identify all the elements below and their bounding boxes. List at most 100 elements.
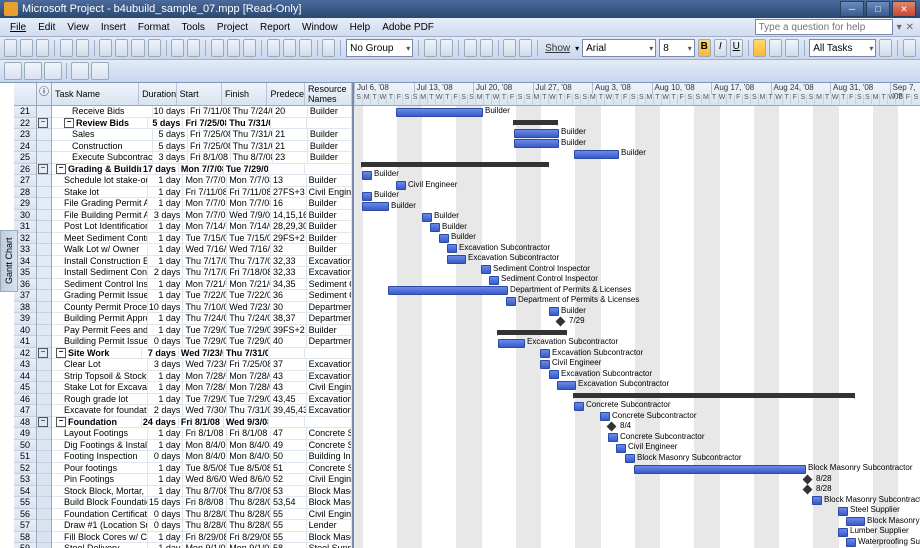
task-bar[interactable] bbox=[514, 139, 559, 148]
menu-project[interactable]: Project bbox=[211, 20, 254, 35]
table-row[interactable]: Pay Permit Fees and Excise Taxe1 dayTue … bbox=[52, 325, 352, 337]
table-row[interactable]: Building Permit Issued0 daysTue 7/29/08T… bbox=[52, 336, 352, 348]
row-id[interactable]: 24 bbox=[14, 141, 36, 153]
table-row[interactable]: Pour footings1 dayTue 8/5/08Tue 8/5/0851… bbox=[52, 463, 352, 475]
menu-adobe-pdf[interactable]: Adobe PDF bbox=[376, 20, 440, 35]
row-id[interactable]: 59 bbox=[14, 543, 36, 548]
table-row[interactable]: Walk Lot w/ Owner1 dayWed 7/16/08Wed 7/1… bbox=[52, 244, 352, 256]
table-row[interactable]: Dig Footings & Install Reinforcing1 dayM… bbox=[52, 440, 352, 452]
milestone[interactable] bbox=[803, 474, 813, 484]
indent-button[interactable] bbox=[519, 39, 532, 57]
task-bar[interactable] bbox=[430, 223, 440, 232]
task-bar[interactable] bbox=[396, 108, 483, 117]
gantt-chart-tab[interactable]: Gantt Chart bbox=[0, 230, 18, 292]
tb2-btn3[interactable] bbox=[44, 62, 62, 80]
table-row[interactable]: −Grading & Building Permits17 daysMon 7/… bbox=[52, 164, 352, 176]
unlink-button[interactable] bbox=[227, 39, 240, 57]
table-row[interactable]: Excavate for foundation2 daysWed 7/30/08… bbox=[52, 405, 352, 417]
save-button[interactable] bbox=[36, 39, 49, 57]
outdent-button[interactable] bbox=[503, 39, 516, 57]
col-finish[interactable]: Finish bbox=[222, 83, 267, 105]
task-bar[interactable] bbox=[838, 528, 848, 537]
menu-window[interactable]: Window bbox=[296, 20, 344, 35]
summary-bar[interactable] bbox=[574, 393, 854, 398]
task-bar[interactable] bbox=[498, 339, 525, 348]
table-row[interactable]: Schedule lot stake-out1 dayMon 7/7/08Mon… bbox=[52, 175, 352, 187]
menu-help[interactable]: Help bbox=[344, 20, 377, 35]
table-row[interactable]: Rough grade lot1 dayTue 7/29/08Tue 7/29/… bbox=[52, 394, 352, 406]
summary-bar[interactable] bbox=[514, 120, 557, 125]
col-task-name[interactable]: Task Name bbox=[52, 83, 139, 105]
task-bar[interactable] bbox=[574, 402, 584, 411]
table-row[interactable]: Footing Inspection0 daysMon 8/4/08Mon 8/… bbox=[52, 451, 352, 463]
table-row[interactable]: Clear Lot3 daysWed 7/23/08Fri 7/25/0837E… bbox=[52, 359, 352, 371]
row-id[interactable]: 21 bbox=[14, 106, 36, 118]
row-id[interactable]: 39 bbox=[14, 313, 36, 325]
row-id[interactable]: 46 bbox=[14, 394, 36, 406]
task-bar[interactable] bbox=[616, 444, 626, 453]
menubar-close-icon[interactable]: ✕ bbox=[906, 22, 914, 33]
row-id[interactable]: 49 bbox=[14, 428, 36, 440]
goto-button[interactable] bbox=[464, 39, 477, 57]
new-button[interactable] bbox=[4, 39, 17, 57]
task-bar[interactable] bbox=[625, 454, 635, 463]
table-row[interactable]: Stake lot1 dayFri 7/11/08Fri 7/11/0827FS… bbox=[52, 187, 352, 199]
table-row[interactable]: Fill Block Cores w/ Concrete1 dayFri 8/2… bbox=[52, 532, 352, 544]
milestone[interactable] bbox=[556, 317, 566, 327]
help-button[interactable] bbox=[903, 39, 916, 57]
task-bar[interactable] bbox=[506, 297, 516, 306]
row-id[interactable]: 27 bbox=[14, 175, 36, 187]
menu-format[interactable]: Format bbox=[132, 20, 176, 35]
task-bar[interactable] bbox=[439, 234, 449, 243]
table-row[interactable]: Sales5 daysFri 7/25/08Thu 7/31/0821Build… bbox=[52, 129, 352, 141]
zoom-out-button[interactable] bbox=[440, 39, 453, 57]
milestone[interactable] bbox=[803, 485, 813, 495]
tb2-btn2[interactable] bbox=[24, 62, 42, 80]
table-row[interactable]: Draw #1 (Location Survey)0 daysThu 8/28/… bbox=[52, 520, 352, 532]
task-bar[interactable] bbox=[388, 286, 508, 295]
row-id[interactable]: 45 bbox=[14, 382, 36, 394]
row-id[interactable]: 43 bbox=[14, 359, 36, 371]
table-row[interactable]: Install Construction Entrance1 dayThu 7/… bbox=[52, 256, 352, 268]
notes-button[interactable] bbox=[283, 39, 296, 57]
col-resource-names[interactable]: Resource Names bbox=[305, 83, 352, 105]
row-id[interactable]: 58 bbox=[14, 532, 36, 544]
task-bar[interactable] bbox=[846, 538, 856, 547]
row-id[interactable]: 55 bbox=[14, 497, 36, 509]
table-row[interactable]: Build Block Foundation15 daysFri 8/8/08T… bbox=[52, 497, 352, 509]
table-row[interactable]: File Grading Permit Application1 dayMon … bbox=[52, 198, 352, 210]
table-row[interactable]: Post Lot Identification1 dayMon 7/14/08M… bbox=[52, 221, 352, 233]
table-row[interactable]: Stake Lot for Excavation1 dayMon 7/28/08… bbox=[52, 382, 352, 394]
pdf-button[interactable] bbox=[4, 62, 22, 80]
format-painter-button[interactable] bbox=[148, 39, 161, 57]
collapse-icon[interactable]: − bbox=[38, 118, 48, 128]
row-id[interactable]: 25 bbox=[14, 152, 36, 164]
task-bar[interactable] bbox=[514, 129, 559, 138]
font-combo[interactable]: Arial bbox=[582, 39, 656, 57]
tb2-btn5[interactable] bbox=[91, 62, 109, 80]
col-predecessors[interactable]: Predecessors bbox=[267, 83, 304, 105]
row-id[interactable]: 42 bbox=[14, 348, 36, 360]
row-id[interactable]: 44 bbox=[14, 371, 36, 383]
row-id[interactable]: 23 bbox=[14, 129, 36, 141]
row-id[interactable]: 41 bbox=[14, 336, 36, 348]
task-bar[interactable] bbox=[447, 244, 457, 253]
menu-report[interactable]: Report bbox=[254, 20, 296, 35]
bold-button[interactable]: B bbox=[698, 39, 711, 57]
redo-button[interactable] bbox=[187, 39, 200, 57]
row-id[interactable]: 56 bbox=[14, 509, 36, 521]
row-id[interactable]: 54 bbox=[14, 486, 36, 498]
row-id[interactable]: 26 bbox=[14, 164, 36, 176]
col-duration[interactable]: Duration bbox=[139, 83, 176, 105]
fontsize-combo[interactable]: 8 bbox=[659, 39, 695, 57]
table-row[interactable]: Steel Delivery1 dayMon 9/1/08Mon 9/1/085… bbox=[52, 543, 352, 548]
print-preview-button[interactable] bbox=[76, 39, 89, 57]
table-row[interactable]: Execute Subcontractor Agreeme3 daysFri 8… bbox=[52, 152, 352, 164]
maximize-button[interactable]: □ bbox=[866, 1, 890, 17]
show-menu[interactable]: Show bbox=[543, 43, 572, 54]
filter-combo[interactable]: All Tasks bbox=[809, 39, 876, 57]
task-bar[interactable] bbox=[608, 433, 618, 442]
task-bar[interactable] bbox=[540, 349, 550, 358]
paste-button[interactable] bbox=[131, 39, 144, 57]
align-center-button[interactable] bbox=[769, 39, 782, 57]
